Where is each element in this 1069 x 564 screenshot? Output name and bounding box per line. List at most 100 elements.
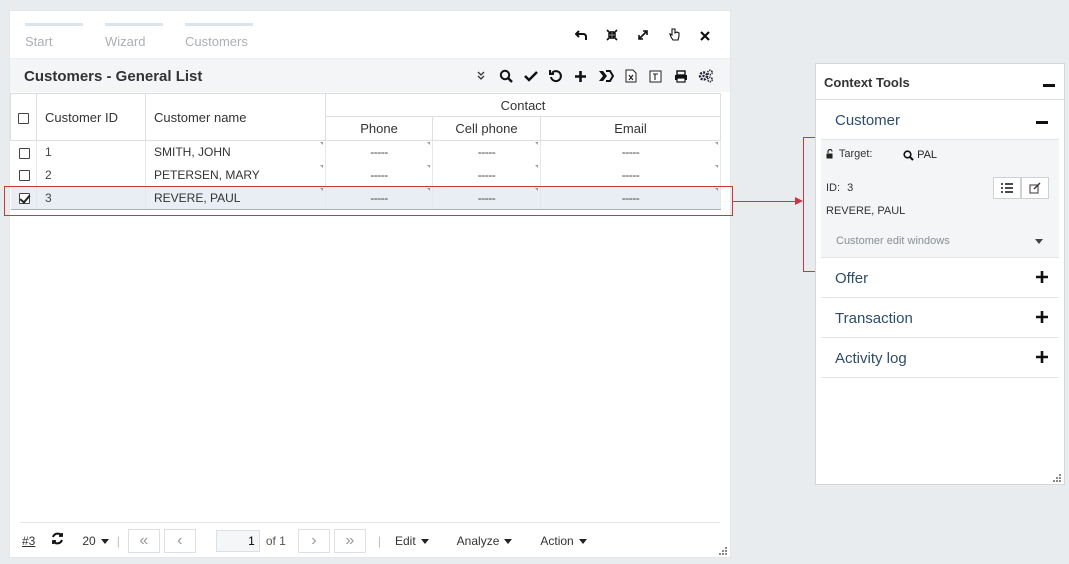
select-all-header <box>10 93 37 141</box>
column-group-contact: Contact <box>324 93 722 117</box>
page-title: Customers - General List <box>24 68 203 85</box>
page-number-input[interactable] <box>215 529 260 552</box>
analyze-menu[interactable]: Analyze <box>457 534 513 548</box>
divider: | <box>116 533 120 548</box>
expand-icon[interactable] <box>627 27 658 45</box>
next-page-button[interactable]: › <box>297 528 330 553</box>
cell-cell-phone: ----- <box>432 163 541 187</box>
row-checkbox-cell <box>10 140 37 164</box>
pin-icon[interactable] <box>658 27 689 45</box>
collapse-panel-icon[interactable] <box>1043 75 1055 93</box>
target-label: Target: <box>838 148 873 160</box>
record-link[interactable]: #3 <box>22 534 35 548</box>
pager: #3 20 | « ‹ of 1 › » | Edit Analyze Acti… <box>20 522 720 558</box>
selected-row-highlight <box>4 186 733 216</box>
close-icon[interactable] <box>689 27 720 45</box>
cell-email: ----- <box>540 163 722 187</box>
breadcrumb-tabs: Start Wizard Customers <box>25 23 275 53</box>
tab-customers[interactable]: Customers <box>185 23 253 53</box>
section-customer-title: Customer <box>835 112 901 129</box>
context-tools-title: Context Tools <box>824 75 910 90</box>
connector-arrowhead <box>795 197 803 205</box>
cell-email: ----- <box>540 140 722 164</box>
double-chevron-down-icon[interactable] <box>468 67 493 85</box>
table-row[interactable]: 1 SMITH, JOHN ----- ----- ----- <box>10 140 722 164</box>
resize-handle[interactable] <box>717 545 727 555</box>
merge-icon[interactable] <box>593 67 618 85</box>
chevron-down-icon <box>100 538 109 544</box>
list-icon <box>1001 183 1013 193</box>
edit-customer-button[interactable] <box>1021 177 1049 199</box>
action-menu-label: Action <box>540 533 574 548</box>
section-customer[interactable]: Customer <box>821 100 1059 140</box>
refresh-icon[interactable] <box>543 67 568 85</box>
resize-handle[interactable] <box>1051 472 1061 482</box>
excel-icon[interactable] <box>618 67 643 85</box>
id-label: ID: <box>826 182 841 194</box>
close-fullscreen-icon[interactable] <box>596 27 627 45</box>
chevron-down-icon <box>578 538 587 544</box>
target-value[interactable]: PAL <box>903 149 937 161</box>
analyze-menu-label: Analyze <box>456 533 500 548</box>
chevron-down-icon <box>504 538 513 544</box>
plus-icon[interactable] <box>568 67 593 85</box>
context-tools-panel: Context Tools Customer Target: PAL ID: 3 <box>815 63 1065 485</box>
search-icon[interactable] <box>493 67 518 85</box>
column-header-email[interactable]: Email <box>539 116 722 141</box>
section-activity-log[interactable]: Activity log <box>821 338 1059 378</box>
cell-customer-name: PETERSEN, MARY <box>145 163 326 187</box>
column-header-customer-name[interactable]: Customer name <box>145 93 326 141</box>
page-size-select[interactable]: 20 <box>82 534 109 548</box>
column-header-cell-phone[interactable]: Cell phone <box>432 116 541 141</box>
expand-section-icon[interactable] <box>1036 267 1048 288</box>
chevron-down-icon <box>420 538 429 544</box>
cell-customer-id: 2 <box>36 163 146 187</box>
section-offer-title: Offer <box>835 270 869 287</box>
cell-phone: ----- <box>325 140 433 164</box>
print-icon[interactable] <box>668 67 693 85</box>
target-field: Target: <box>826 148 873 160</box>
check-icon[interactable] <box>518 67 543 85</box>
customer-actions <box>993 177 1049 199</box>
unlock-icon <box>826 149 833 159</box>
chevron-down-icon[interactable] <box>1035 239 1043 244</box>
collapse-section-icon[interactable] <box>1036 109 1048 130</box>
undo-icon[interactable] <box>565 27 596 45</box>
list-titlebar: Customers - General List <box>10 58 730 92</box>
divider: | <box>377 533 381 548</box>
cell-phone: ----- <box>325 163 433 187</box>
row-checkbox[interactable] <box>18 170 30 182</box>
context-tools-header: Context Tools <box>816 64 1064 100</box>
customer-id-line: ID: 3 <box>826 182 853 194</box>
customer-edit-windows-select[interactable]: Customer edit windows <box>836 235 950 247</box>
customers-window: Start Wizard Customers Customers - Gener… <box>9 10 731 558</box>
tab-wizard[interactable]: Wizard <box>105 23 163 53</box>
export-icon[interactable] <box>643 67 668 85</box>
first-page-button[interactable]: « <box>127 528 160 553</box>
table-row[interactable]: 2 PETERSEN, MARY ----- ----- ----- <box>10 163 722 187</box>
column-header-phone[interactable]: Phone <box>325 116 433 141</box>
id-value: 3 <box>847 182 854 194</box>
last-page-button[interactable]: » <box>333 528 366 553</box>
section-transaction[interactable]: Transaction <box>821 298 1059 338</box>
expand-section-icon[interactable] <box>1036 347 1048 368</box>
expand-section-icon[interactable] <box>1036 307 1048 328</box>
target-value-text: PAL <box>917 149 938 161</box>
customer-details: Target: PAL ID: 3 REVERE, PAUL Customer … <box>821 140 1059 258</box>
select-all-checkbox[interactable] <box>18 112 29 124</box>
row-checkbox[interactable] <box>18 147 30 159</box>
tab-start[interactable]: Start <box>25 23 83 53</box>
column-header-customer-id[interactable]: Customer ID <box>36 93 146 141</box>
row-checkbox-cell <box>10 163 37 187</box>
connector-line <box>733 201 795 202</box>
cell-cell-phone: ----- <box>432 140 541 164</box>
settings-icon[interactable] <box>693 67 718 85</box>
prev-page-button[interactable]: ‹ <box>163 528 196 553</box>
list-view-button[interactable] <box>993 177 1021 199</box>
page-count: of 1 <box>265 533 286 548</box>
action-menu[interactable]: Action <box>540 533 587 548</box>
edit-menu[interactable]: Edit <box>395 534 429 548</box>
refresh-icon[interactable] <box>51 532 64 549</box>
section-transaction-title: Transaction <box>835 310 913 327</box>
section-offer[interactable]: Offer <box>821 258 1059 298</box>
